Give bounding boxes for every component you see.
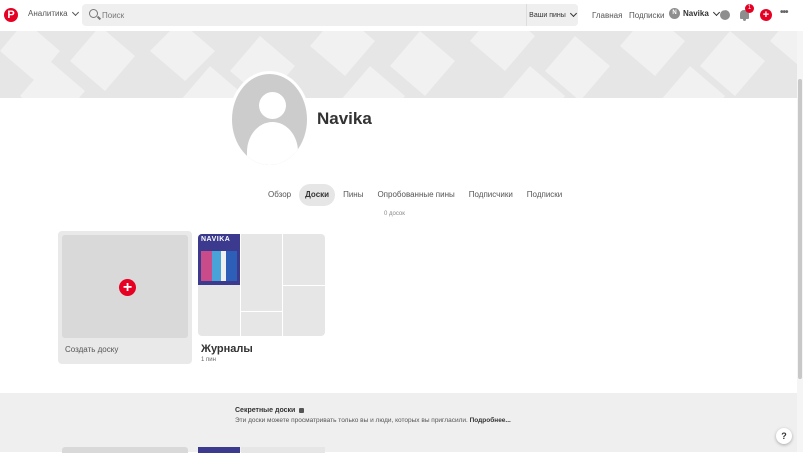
cover-brand-text: NAVIKA: [201, 236, 231, 243]
board-card[interactable]: NAVIKA: [198, 234, 325, 336]
top-nav-bar: P Аналитика Ваши пины Главная Подписки N…: [0, 0, 803, 31]
learn-more-link[interactable]: Подробнее...: [470, 417, 511, 424]
search-scope-dropdown[interactable]: Ваши пины: [526, 4, 578, 26]
profile-cover: [0, 31, 803, 98]
pinterest-logo-icon[interactable]: P: [4, 8, 18, 22]
secret-create-board-card[interactable]: [62, 447, 188, 453]
nav-following-link[interactable]: Подписки: [629, 11, 664, 20]
tab-pins[interactable]: Пины: [337, 184, 369, 206]
search-bar: [82, 4, 578, 26]
add-pin-button[interactable]: +: [760, 9, 772, 21]
nav-home-link[interactable]: Главная: [592, 11, 622, 20]
secret-board-cover[interactable]: [198, 447, 240, 453]
search-scope-label: Ваши пины: [529, 11, 566, 19]
chevron-down-icon: [71, 8, 79, 16]
lock-icon: [299, 408, 305, 413]
plus-icon: +: [119, 279, 136, 296]
tab-boards[interactable]: Доски: [299, 184, 336, 206]
board-thumb: [241, 234, 282, 311]
board-pin-count: 1 пин: [201, 357, 216, 363]
notification-badge: 1: [745, 4, 754, 13]
profile-name: Navika: [317, 109, 372, 128]
scrollbar-thumb[interactable]: [798, 79, 802, 379]
avatar: N: [669, 8, 680, 19]
board-cover-image: NAVIKA: [198, 234, 240, 285]
boards-count: 0 досок: [384, 211, 405, 217]
profile-tabs: Обзор Доски Пины Опробованные пины Подпи…: [262, 184, 568, 206]
secret-board-thumbs[interactable]: [241, 447, 325, 453]
avatar-head-shape: [259, 92, 286, 119]
messages-icon[interactable]: [720, 7, 730, 20]
secret-boards-title: Секретные доски: [235, 407, 305, 414]
analytics-label: Аналитика: [28, 9, 68, 18]
help-button[interactable]: ?: [776, 428, 792, 444]
secret-boards-description: Эти доски можете просматривать только вы…: [235, 417, 511, 424]
analytics-menu[interactable]: Аналитика: [28, 8, 79, 18]
board-main-image: NAVIKA: [198, 234, 240, 336]
chevron-down-icon: [712, 8, 720, 16]
avatar-body-shape: [247, 122, 298, 165]
secret-boards-section: Секретные доски Эти доски можете просмат…: [0, 393, 797, 453]
board-thumb: [241, 312, 282, 336]
board-title[interactable]: Журналы: [201, 343, 253, 355]
tab-followers[interactable]: Подписчики: [463, 184, 519, 206]
profile-menu-button[interactable]: N Navika: [669, 8, 720, 19]
tab-tried-pins[interactable]: Опробованные пины: [371, 184, 460, 206]
board-thumb: [283, 234, 325, 285]
tab-overview[interactable]: Обзор: [262, 184, 297, 206]
more-options-icon[interactable]: •••: [780, 7, 788, 18]
search-icon: [89, 9, 98, 18]
create-board-label: Создать доску: [65, 345, 119, 354]
secret-title-text: Секретные доски: [235, 407, 296, 414]
create-board-placeholder: +: [62, 235, 188, 338]
chevron-down-icon: [569, 9, 577, 18]
page-scrollbar[interactable]: [797, 31, 803, 452]
create-board-card[interactable]: + Создать доску: [58, 231, 192, 364]
secret-description-text: Эти доски можете просматривать только вы…: [235, 417, 468, 424]
tab-following[interactable]: Подписки: [521, 184, 568, 206]
search-input[interactable]: [102, 4, 522, 26]
cover-collage: [201, 251, 237, 281]
profile-name-label: Navika: [683, 9, 709, 18]
board-thumb: [283, 286, 325, 336]
cover-pattern: [0, 31, 803, 98]
profile-avatar[interactable]: [229, 71, 310, 168]
